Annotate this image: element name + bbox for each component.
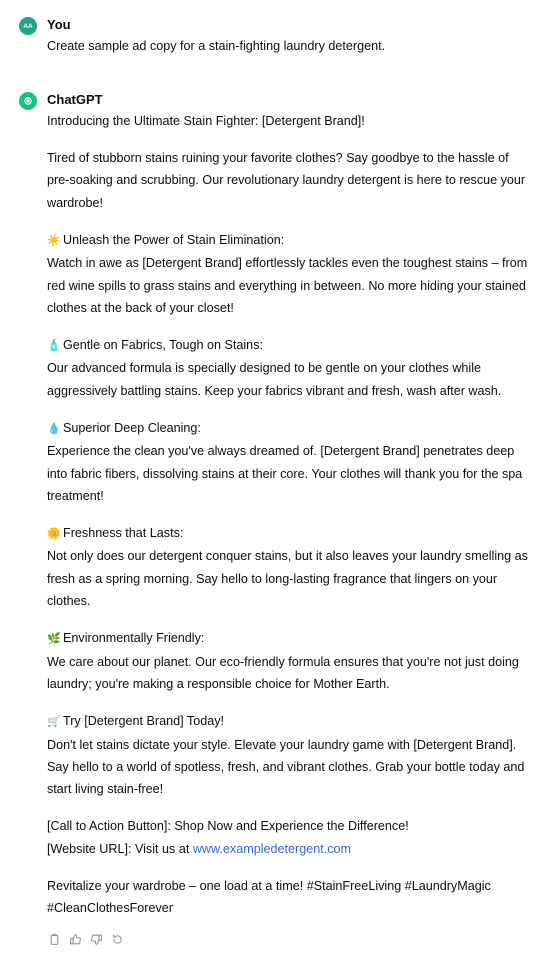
assistant-author-name: ChatGPT	[47, 92, 103, 107]
section-stain-elimination: ☀️ Unleash the Power of Stain Elimination…	[47, 229, 545, 320]
user-message: AA You Create sample ad copy for a stain…	[0, 16, 555, 57]
user-author-name: You	[47, 17, 71, 32]
section-heading: Environmentally Friendly:	[63, 631, 205, 646]
section-heading: Unleash the Power of Stain Elimination:	[63, 232, 285, 247]
closing-paragraph: Revitalize your wardrobe – one load at a…	[47, 878, 491, 916]
shopping-cart-icon: 🛒	[47, 716, 61, 729]
herb-icon: 🌿	[47, 633, 61, 646]
copy-icon[interactable]	[47, 932, 61, 946]
section-freshness: 🌼 Freshness that Lasts: Not only does our…	[47, 522, 545, 613]
sun-icon: ☀️	[47, 234, 61, 247]
user-avatar: AA	[19, 17, 37, 35]
section-eco-friendly: 🌿 Environmentally Friendly: We care about…	[47, 627, 545, 695]
assistant-message: ChatGPT Introducing the Ultimate Stain F…	[0, 91, 555, 920]
message-actions	[47, 932, 124, 946]
cta-block: [Call to Action Button]: Shop Now and Ex…	[47, 815, 545, 860]
section-try-today: 🛒 Try [Detergent Brand] Today! Don't let …	[47, 710, 545, 801]
section-gentle-on-fabrics: 🧴 Gentle on Fabrics, Tough on Stains: Our…	[47, 334, 545, 402]
section-heading: Freshness that Lasts:	[63, 526, 184, 541]
bottle-icon: 🧴	[47, 340, 61, 353]
section-heading: Superior Deep Cleaning:	[63, 420, 201, 435]
cta-line: [Call to Action Button]: Shop Now and Ex…	[47, 819, 409, 834]
url-prefix: [Website URL]: Visit us at	[47, 841, 193, 856]
thumbs-up-icon[interactable]	[68, 932, 82, 946]
droplet-icon: 💧	[47, 422, 61, 435]
chatgpt-logo-icon	[19, 92, 37, 110]
intro-line: Introducing the Ultimate Stain Fighter: …	[47, 114, 365, 128]
thumbs-down-icon[interactable]	[89, 932, 103, 946]
section-deep-cleaning: 💧 Superior Deep Cleaning: Experience the …	[47, 417, 545, 508]
regenerate-icon[interactable]	[110, 932, 124, 946]
assistant-message-body: Introducing the Ultimate Stain Fighter: …	[47, 110, 545, 920]
section-heading: Try [Detergent Brand] Today!	[63, 714, 224, 729]
website-link[interactable]: www.exampledetergent.com	[193, 842, 351, 856]
intro-paragraph: Tired of stubborn stains ruining your fa…	[47, 151, 526, 210]
user-message-text: Create sample ad copy for a stain-fighti…	[47, 39, 386, 53]
flower-icon: 🌼	[47, 528, 61, 541]
section-heading: Gentle on Fabrics, Tough on Stains:	[63, 338, 263, 353]
